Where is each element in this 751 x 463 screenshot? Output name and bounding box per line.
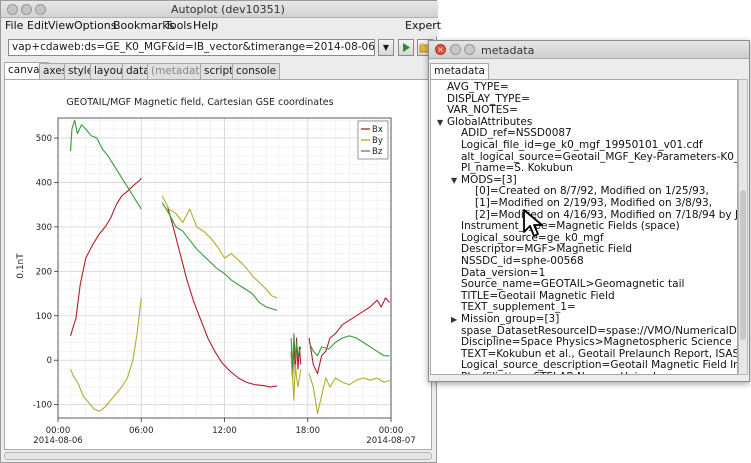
- y-tick-label: -100: [33, 401, 52, 411]
- x-tick-label: 12:00: [212, 426, 237, 436]
- series-line-by: [161, 195, 278, 299]
- chevron-down-icon: ▼: [382, 43, 390, 52]
- menu-file[interactable]: File: [5, 19, 23, 32]
- metadata-tree-item[interactable]: GlobalAttributes: [447, 116, 532, 128]
- mouse-pointer-icon: [523, 209, 543, 237]
- x-tick-label: 00:00: [46, 426, 71, 436]
- y-tick-label: 100: [36, 312, 52, 322]
- legend: BxByBz: [357, 120, 389, 160]
- uri-row: vap+cdaweb:ds=GE_K0_MGF&id=IB_vector&tim…: [1, 36, 438, 62]
- menu-options[interactable]: Options: [74, 19, 116, 32]
- metadata-tree-item[interactable]: [1]=Modified on 2/19/93, Modified on 3/8…: [475, 197, 712, 209]
- series-layer: [69, 119, 391, 415]
- y-tick-label: 0: [47, 356, 52, 366]
- y-tick-label: 500: [36, 134, 52, 144]
- close-icon[interactable]: ×: [435, 44, 446, 55]
- metadata-tree-item[interactable]: AVG_TYPE=: [447, 81, 509, 93]
- metadata-tree-item[interactable]: NSSDC_id=sphe-00568: [461, 255, 584, 267]
- x-tick-date-label: 2014-08-06: [33, 436, 82, 446]
- chart-title: GEOTAIL/MGF Magnetic field, Cartesian GS…: [66, 97, 333, 108]
- y-axis-label: 0.1nT: [16, 253, 26, 279]
- menu-view[interactable]: View: [48, 19, 74, 32]
- metadata-tree-item[interactable]: Discipline=Space Physics>Magnetospheric …: [461, 336, 732, 348]
- x-tick-label: 18:00: [296, 426, 321, 436]
- metadata-tree-item[interactable]: alt_logical_source=Geotail_MGF_Key-Param…: [461, 151, 737, 163]
- metadata-tree-item[interactable]: TITLE=Geotail Magnetic Field: [461, 290, 615, 302]
- metadata-tree[interactable]: AVG_TYPE= DISPLAY_TYPE= VAR_NOTES= ▼ GlobalA…: [430, 79, 738, 375]
- y-tick-label: 200: [36, 267, 52, 277]
- menu-help[interactable]: Help: [193, 19, 218, 32]
- menu-bar: File Edit View Options Bookmarks Tools H…: [1, 18, 441, 36]
- tree-collapsed-icon[interactable]: ▶: [451, 315, 457, 324]
- metadata-titlebar[interactable]: × metadata: [429, 41, 749, 59]
- main-tabs: canvas axes style layout data (metadata)…: [1, 62, 438, 79]
- menu-edit[interactable]: Edit: [27, 19, 48, 32]
- metadata-tree-item[interactable]: Data_version=1: [461, 267, 545, 279]
- main-titlebar[interactable]: Autoplot (dev10351): [1, 1, 438, 18]
- close-window-icon[interactable]: [7, 4, 18, 15]
- metadata-tree-item[interactable]: PI_name=S. Kokubun: [461, 162, 573, 174]
- maximize-window-icon[interactable]: [35, 4, 46, 15]
- grid-layer: [57, 118, 392, 418]
- uri-dropdown-button[interactable]: ▼: [378, 39, 394, 56]
- tree-expanded-icon[interactable]: ▼: [451, 176, 457, 185]
- metadata-tree-item[interactable]: [0]=Created on 8/7/92, Modified on 1/25/…: [475, 185, 709, 197]
- menu-tools[interactable]: Tools: [165, 19, 192, 32]
- legend-label: By: [372, 136, 383, 146]
- metadata-tree-item[interactable]: Instrument_type=Magnetic Fields (space): [461, 220, 680, 232]
- play-icon: [403, 43, 410, 52]
- tab-metadata-panel[interactable]: metadata: [430, 63, 489, 79]
- y-tick-label: 300: [36, 223, 52, 233]
- scrollbar-thumb[interactable]: [740, 190, 746, 340]
- series-line-bx: [69, 177, 142, 336]
- plot-canvas[interactable]: GEOTAIL/MGF Magnetic field, Cartesian GS…: [4, 79, 432, 450]
- metadata-tree-item[interactable]: DISPLAY_TYPE=: [447, 93, 530, 105]
- tree-expanded-icon[interactable]: ▼: [437, 118, 443, 127]
- x-tick-date-label: 2014-08-07: [366, 436, 415, 446]
- series-line-by: [69, 297, 142, 412]
- magnetic-field-chart[interactable]: GEOTAIL/MGF Magnetic field, Cartesian GS…: [5, 80, 431, 449]
- autoplot-window: Autoplot (dev10351) File Edit View Optio…: [0, 0, 441, 463]
- x-tick-label: 06:00: [129, 426, 154, 436]
- metadata-tree-item[interactable]: Descriptor=MGF>Magnetic Field: [461, 243, 632, 255]
- metadata-tree-item[interactable]: Logical_source_description=Geotail Magne…: [461, 359, 737, 371]
- tab-console[interactable]: console: [232, 63, 281, 79]
- uri-input[interactable]: vap+cdaweb:ds=GE_K0_MGF&id=IB_vector&tim…: [8, 39, 375, 56]
- metadata-tree-item[interactable]: TEXT=Kokubun et al., Geotail Prelaunch R…: [461, 348, 737, 360]
- metadata-tree-item[interactable]: spase_DatasetResourceID=spase://VMO/Nume…: [461, 325, 737, 337]
- window-title: Autoplot (dev10351): [171, 3, 285, 16]
- metadata-tree-item[interactable]: PI_affiliation=STELAB Nagoya Univ., Japa…: [461, 371, 682, 374]
- metadata-window: × metadata metadata AVG_TYPE= DISPLAY_TYP…: [428, 40, 750, 382]
- y-tick-label: 400: [36, 178, 52, 188]
- metadata-vertical-scrollbar[interactable]: [738, 79, 748, 375]
- go-button[interactable]: [398, 39, 414, 56]
- metadata-tree-item[interactable]: MODS=[3]: [461, 174, 517, 186]
- metadata-tree-item[interactable]: Mission_group=[3]: [461, 313, 559, 325]
- minimize-window-icon[interactable]: [21, 4, 32, 15]
- minimize-icon[interactable]: [450, 44, 461, 55]
- legend-label: Bz: [372, 147, 383, 157]
- metadata-tree-item[interactable]: TEXT_supplement_1=: [461, 301, 576, 313]
- legend-label: Bx: [372, 125, 383, 135]
- metadata-tree-item[interactable]: Source_name=GEOTAIL>Geomagnetic tail: [461, 278, 684, 290]
- metadata-window-title: metadata: [481, 44, 535, 57]
- metadata-tree-item[interactable]: VAR_NOTES=: [447, 104, 518, 116]
- maximize-icon[interactable]: [464, 44, 475, 55]
- menu-expert[interactable]: Expert: [405, 19, 441, 32]
- metadata-tree-item[interactable]: ADID_ref=NSSD0087: [461, 127, 572, 139]
- x-tick-label: 00:00: [379, 426, 404, 436]
- metadata-tree-item[interactable]: Logical_file_id=ge_k0_mgf_19950101_v01.c…: [461, 139, 703, 151]
- horizontal-scrollbar[interactable]: [4, 452, 432, 460]
- metadata-tree-item[interactable]: [2]=Modified on 4/16/93, Modified on 7/1…: [475, 209, 737, 221]
